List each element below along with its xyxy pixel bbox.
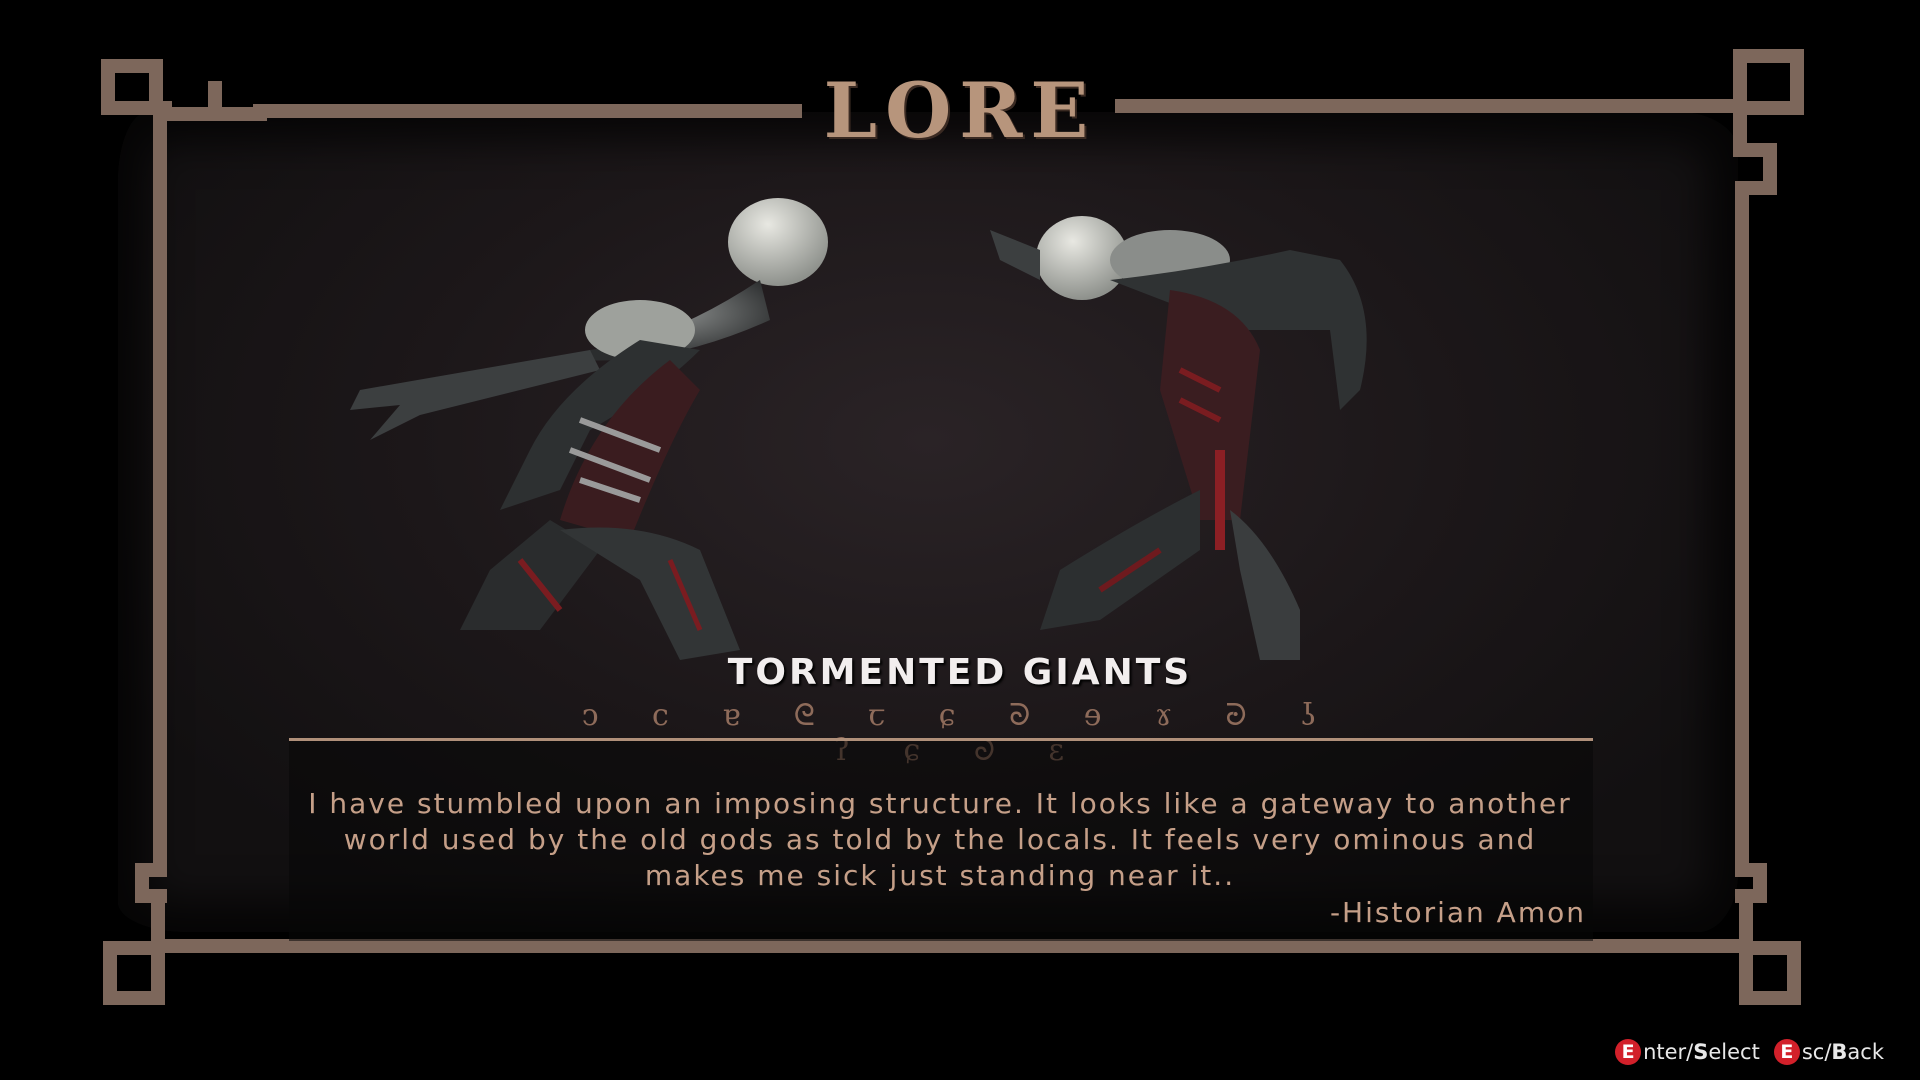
select-hint-text-1: nter/: [1643, 1040, 1694, 1064]
screen-title: LORE: [823, 66, 1097, 155]
select-hint[interactable]: E nter/ S elect: [1615, 1039, 1760, 1065]
back-hint-text-1: sc/: [1801, 1040, 1832, 1064]
frame-corner-top-right: [1733, 49, 1804, 115]
select-hint-text-2: elect: [1708, 1040, 1760, 1064]
creature-right: [990, 216, 1367, 660]
select-hint-key-2: S: [1693, 1040, 1709, 1064]
lore-description: I have stumbled upon an imposing structu…: [308, 787, 1572, 892]
lore-screen: LORE TORMENTED GIANTS ↄ c ɐ ᘓ ꞇ ɕ ᘐ ɘ ɤ …: [0, 0, 1920, 1080]
creature-left: [350, 198, 828, 660]
esc-key-badge: E: [1773, 1039, 1800, 1065]
enemy-name: TORMENTED GIANTS: [727, 652, 1193, 693]
control-hints: E nter/ S elect E sc/ B ack: [1615, 1035, 1884, 1069]
tormented-giants-illustration: [350, 198, 1367, 660]
frame-corner-bottom-left: [103, 941, 165, 1005]
back-hint-text-2: ack: [1847, 1040, 1884, 1064]
lore-author: -Historian Amon: [1329, 896, 1586, 929]
enter-key-badge: E: [1615, 1039, 1642, 1065]
frame-corner-bottom-right: [1739, 941, 1801, 1005]
back-hint[interactable]: E sc/ B ack: [1773, 1039, 1884, 1065]
back-hint-key-2: B: [1831, 1040, 1848, 1064]
